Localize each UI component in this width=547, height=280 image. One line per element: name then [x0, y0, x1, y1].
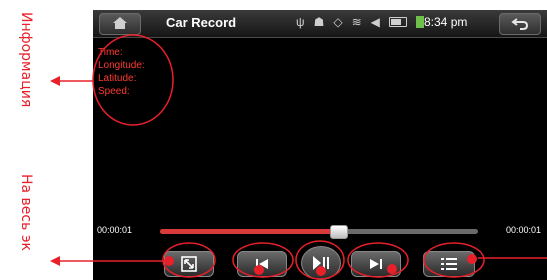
home-icon: [113, 17, 127, 29]
seek-bar[interactable]: [160, 225, 478, 239]
latitude-label: Latitude:: [98, 73, 137, 84]
fullscreen-icon: [181, 256, 197, 272]
app-title: Car Record: [166, 15, 237, 30]
usb-icon: ψ: [296, 15, 305, 29]
play-pause-button[interactable]: [301, 246, 341, 280]
gps-info-panel: Time: Longitude: Latitude: Speed:: [98, 46, 145, 98]
playlist-button[interactable]: [423, 251, 475, 277]
top-bar: Car Record ψ ☗ ◇ ≋ ◀ 8:34 pm: [93, 10, 547, 38]
info-arrowhead: [50, 76, 60, 86]
list-icon: [441, 258, 457, 270]
elapsed-time: 00:00:01: [97, 225, 133, 235]
seek-bar-thumb[interactable]: [330, 225, 349, 239]
battery-icon: [388, 17, 407, 27]
home-button[interactable]: [99, 13, 141, 35]
fullscreen-button[interactable]: [164, 251, 214, 277]
fullscreen-arrowhead: [50, 256, 60, 266]
skip-next-icon: [370, 259, 382, 269]
annotation-fullscreen-label: На весь эк: [18, 174, 34, 251]
car-record-screen: Car Record ψ ☗ ◇ ≋ ◀ 8:34 pm Time: Longi…: [93, 10, 547, 280]
time-label: Time:: [98, 47, 123, 58]
status-clock: 8:34 pm: [424, 15, 468, 29]
previous-button[interactable]: [237, 251, 287, 277]
play-pause-icon: [313, 256, 329, 270]
android-icon: ☗: [313, 15, 325, 29]
back-arrow-icon: [511, 18, 529, 30]
status-icons: ψ ☗ ◇ ≋ ◀: [296, 15, 424, 29]
total-time: 00:00:01: [505, 225, 541, 235]
charging-icon: [415, 16, 424, 28]
next-button[interactable]: [351, 251, 401, 277]
longitude-label: Longitude:: [98, 60, 145, 71]
volume-icon: ◀: [370, 15, 380, 29]
wifi-icon: ≋: [351, 15, 362, 29]
back-button[interactable]: [499, 13, 541, 35]
skip-previous-icon: [256, 259, 268, 269]
annotation-info-label: Информация: [18, 12, 34, 108]
speed-label: Speed:: [98, 86, 130, 97]
seek-bar-progress: [160, 229, 339, 234]
gps-icon: ◇: [333, 15, 343, 29]
